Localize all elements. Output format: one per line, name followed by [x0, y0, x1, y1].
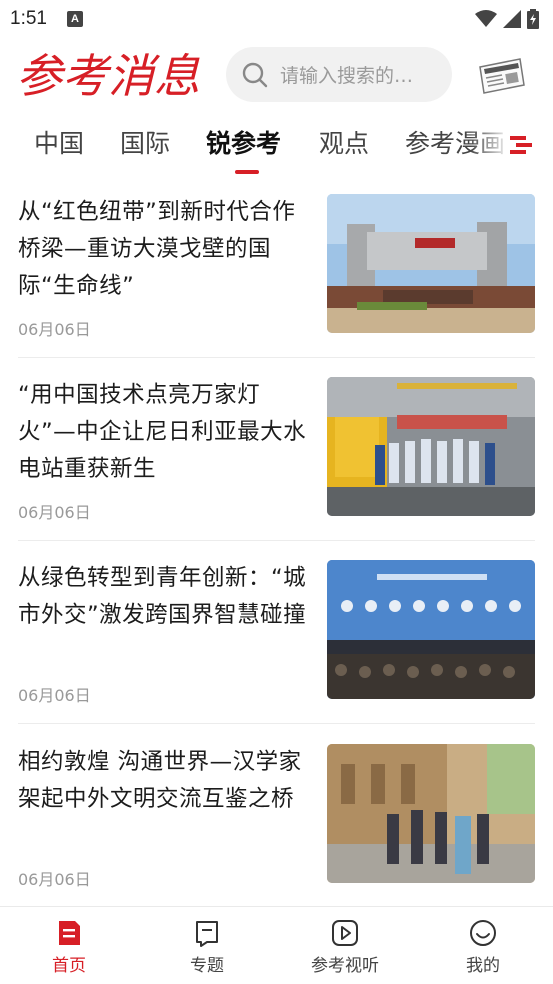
- nav-topics[interactable]: 专题: [162, 907, 252, 984]
- tab-international[interactable]: 国际: [120, 124, 170, 160]
- list-divider: [18, 723, 535, 724]
- news-item[interactable]: 从“红色纽带”到新时代合作桥梁—重访大漠戈壁的国际“生命线” 06月06日: [18, 194, 535, 339]
- app-logo: 参考消息: [16, 49, 200, 103]
- news-thumbnail: [327, 377, 535, 516]
- nav-media[interactable]: 参考视听: [300, 907, 390, 984]
- play-icon: [332, 920, 358, 946]
- news-title: “用中国技术点亮万家灯火”—中企让尼日利亚最大水电站重获新生: [18, 382, 307, 482]
- signal-icon: [503, 10, 521, 28]
- news-title: 相约敦煌 沟通世界—汉学家架起中外文明交流互鉴之桥: [18, 749, 302, 812]
- channel-menu-icon[interactable]: [510, 132, 532, 156]
- smile-icon: [470, 920, 496, 946]
- list-divider: [18, 357, 535, 358]
- battery-icon: [527, 9, 539, 29]
- news-title: 从“红色纽带”到新时代合作桥梁—重访大漠戈壁的国际“生命线”: [18, 199, 296, 299]
- home-doc-icon: [59, 921, 80, 945]
- news-title: 从绿色转型到青年创新：“城市外交”激发跨国界智慧碰撞: [18, 565, 307, 628]
- wifi-icon: [475, 10, 497, 27]
- notification-icon: A: [66, 11, 83, 27]
- nav-profile[interactable]: 我的: [438, 907, 528, 984]
- status-time: 1:51: [10, 8, 47, 29]
- category-tabs: 中国 国际 锐参考 观点 参考漫画: [0, 118, 553, 176]
- news-item[interactable]: 相约敦煌 沟通世界—汉学家架起中外文明交流互鉴之桥 06月06日: [18, 744, 535, 889]
- bookmark-icon: [196, 921, 218, 947]
- tab-opinion[interactable]: 观点: [319, 124, 369, 160]
- notification-glyph: A: [71, 13, 79, 25]
- news-thumbnail: [327, 744, 535, 883]
- news-date: 06月06日: [18, 320, 91, 339]
- news-thumbnail: [327, 560, 535, 699]
- list-divider: [18, 540, 535, 541]
- tab-china[interactable]: 中国: [34, 124, 84, 160]
- newspaper-icon[interactable]: [476, 55, 528, 95]
- nav-profile-label: 我的: [466, 956, 500, 976]
- tab-fade: [470, 118, 510, 176]
- bottom-navigation: 首页 专题 参考视听 我的: [0, 906, 553, 984]
- news-date: 06月06日: [18, 870, 91, 889]
- search-icon: [242, 62, 268, 87]
- nav-media-label: 参考视听: [311, 956, 379, 976]
- news-item[interactable]: 从绿色转型到青年创新：“城市外交”激发跨国界智慧碰撞 06月06日: [18, 560, 535, 705]
- tab-ruicankao[interactable]: 锐参考: [206, 124, 281, 160]
- news-date: 06月06日: [18, 503, 91, 522]
- nav-topics-label: 专题: [190, 956, 224, 976]
- search-input[interactable]: 请输入搜索的…: [226, 47, 452, 102]
- status-bar: 1:51 A: [0, 0, 553, 38]
- logo-text: 参考消息: [16, 49, 200, 103]
- active-tab-indicator: [235, 170, 259, 174]
- search-placeholder: 请输入搜索的…: [280, 65, 414, 87]
- nav-home[interactable]: 首页: [24, 907, 114, 984]
- nav-home-label: 首页: [52, 956, 86, 976]
- news-thumbnail: [327, 194, 535, 333]
- news-item[interactable]: “用中国技术点亮万家灯火”—中企让尼日利亚最大水电站重获新生 06月06日: [18, 377, 535, 522]
- news-date: 06月06日: [18, 686, 91, 705]
